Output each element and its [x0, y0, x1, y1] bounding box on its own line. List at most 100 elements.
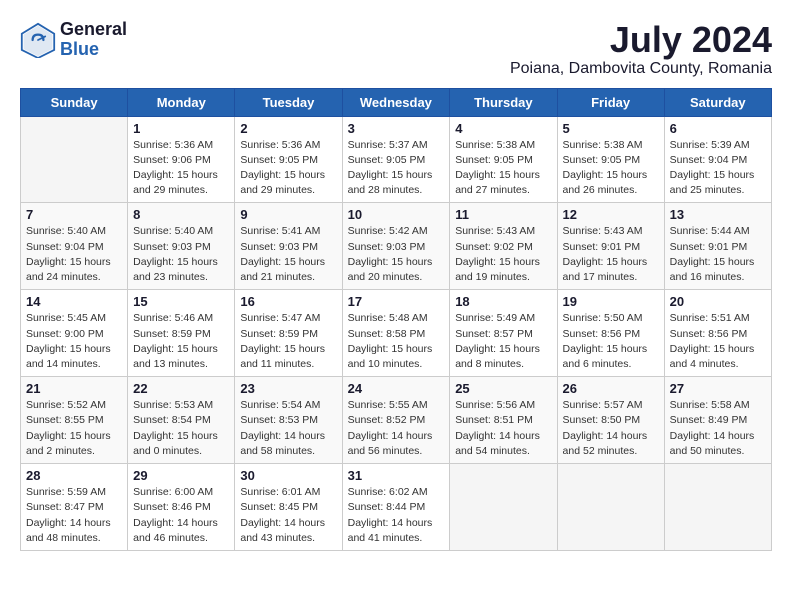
day-number: 3 — [348, 121, 445, 136]
day-info: Sunrise: 5:38 AM Sunset: 9:05 PM Dayligh… — [455, 138, 551, 199]
day-info: Sunrise: 5:38 AM Sunset: 9:05 PM Dayligh… — [563, 138, 659, 199]
day-number: 19 — [563, 294, 659, 309]
day-number: 30 — [240, 468, 336, 483]
day-number: 31 — [348, 468, 445, 483]
day-number: 29 — [133, 468, 229, 483]
logo-icon — [20, 22, 56, 58]
day-of-week-header: Monday — [128, 88, 235, 116]
day-info: Sunrise: 5:46 AM Sunset: 8:59 PM Dayligh… — [133, 311, 229, 372]
calendar-cell: 28 Sunrise: 5:59 AM Sunset: 8:47 PM Dayli… — [21, 464, 128, 551]
day-of-week-header: Sunday — [21, 88, 128, 116]
calendar-cell: 25 Sunrise: 5:56 AM Sunset: 8:51 PM Dayli… — [450, 377, 557, 464]
day-info: Sunrise: 5:45 AM Sunset: 9:00 PM Dayligh… — [26, 311, 122, 372]
day-number: 24 — [348, 381, 445, 396]
day-number: 21 — [26, 381, 122, 396]
calendar-cell: 2 Sunrise: 5:36 AM Sunset: 9:05 PM Daylig… — [235, 116, 342, 203]
day-number: 17 — [348, 294, 445, 309]
calendar-cell — [21, 116, 128, 203]
day-number: 18 — [455, 294, 551, 309]
calendar-week-row: 28 Sunrise: 5:59 AM Sunset: 8:47 PM Dayli… — [21, 464, 772, 551]
calendar-cell: 11 Sunrise: 5:43 AM Sunset: 9:02 PM Dayli… — [450, 203, 557, 290]
day-info: Sunrise: 6:01 AM Sunset: 8:45 PM Dayligh… — [240, 485, 336, 546]
day-info: Sunrise: 5:59 AM Sunset: 8:47 PM Dayligh… — [26, 485, 122, 546]
day-info: Sunrise: 5:47 AM Sunset: 8:59 PM Dayligh… — [240, 311, 336, 372]
day-number: 5 — [563, 121, 659, 136]
day-number: 2 — [240, 121, 336, 136]
calendar-cell: 15 Sunrise: 5:46 AM Sunset: 8:59 PM Dayli… — [128, 290, 235, 377]
calendar-cell: 18Sunrise: 5:49 AM Sunset: 8:57 PM Dayli… — [450, 290, 557, 377]
day-number: 13 — [670, 207, 766, 222]
day-info: Sunrise: 5:43 AM Sunset: 9:01 PM Dayligh… — [563, 224, 659, 285]
day-info: Sunrise: 5:43 AM Sunset: 9:02 PM Dayligh… — [455, 224, 551, 285]
day-of-week-header: Saturday — [664, 88, 771, 116]
calendar-cell — [664, 464, 771, 551]
day-of-week-header: Friday — [557, 88, 664, 116]
logo-general: General — [60, 20, 127, 40]
day-number: 25 — [455, 381, 551, 396]
calendar-cell: 4Sunrise: 5:38 AM Sunset: 9:05 PM Daylig… — [450, 116, 557, 203]
calendar-cell: 17 Sunrise: 5:48 AM Sunset: 8:58 PM Dayli… — [342, 290, 450, 377]
day-of-week-header: Wednesday — [342, 88, 450, 116]
day-info: Sunrise: 6:02 AM Sunset: 8:44 PM Dayligh… — [348, 485, 445, 546]
day-number: 9 — [240, 207, 336, 222]
day-number: 22 — [133, 381, 229, 396]
calendar-cell: 23Sunrise: 5:54 AM Sunset: 8:53 PM Dayli… — [235, 377, 342, 464]
calendar-cell: 1Sunrise: 5:36 AM Sunset: 9:06 PM Daylig… — [128, 116, 235, 203]
calendar-week-row: 1Sunrise: 5:36 AM Sunset: 9:06 PM Daylig… — [21, 116, 772, 203]
calendar-cell: 10 Sunrise: 5:42 AM Sunset: 9:03 PM Dayli… — [342, 203, 450, 290]
day-info: Sunrise: 5:44 AM Sunset: 9:01 PM Dayligh… — [670, 224, 766, 285]
day-info: Sunrise: 5:40 AM Sunset: 9:03 PM Dayligh… — [133, 224, 229, 285]
calendar-cell: 27 Sunrise: 5:58 AM Sunset: 8:49 PM Dayli… — [664, 377, 771, 464]
day-number: 26 — [563, 381, 659, 396]
calendar-table: SundayMondayTuesdayWednesdayThursdayFrid… — [20, 88, 772, 551]
day-info: Sunrise: 5:52 AM Sunset: 8:55 PM Dayligh… — [26, 398, 122, 459]
calendar-cell: 22 Sunrise: 5:53 AM Sunset: 8:54 PM Dayli… — [128, 377, 235, 464]
calendar-week-row: 14 Sunrise: 5:45 AM Sunset: 9:00 PM Dayli… — [21, 290, 772, 377]
day-info: Sunrise: 5:48 AM Sunset: 8:58 PM Dayligh… — [348, 311, 445, 372]
calendar-cell: 3Sunrise: 5:37 AM Sunset: 9:05 PM Daylig… — [342, 116, 450, 203]
day-info: Sunrise: 5:58 AM Sunset: 8:49 PM Dayligh… — [670, 398, 766, 459]
calendar-cell: 6Sunrise: 5:39 AM Sunset: 9:04 PM Daylig… — [664, 116, 771, 203]
day-number: 12 — [563, 207, 659, 222]
day-number: 20 — [670, 294, 766, 309]
calendar-cell: 8 Sunrise: 5:40 AM Sunset: 9:03 PM Daylig… — [128, 203, 235, 290]
day-info: Sunrise: 5:54 AM Sunset: 8:53 PM Dayligh… — [240, 398, 336, 459]
logo-text: General Blue — [60, 20, 127, 60]
day-info: Sunrise: 5:40 AM Sunset: 9:04 PM Dayligh… — [26, 224, 122, 285]
calendar-cell: 21 Sunrise: 5:52 AM Sunset: 8:55 PM Dayli… — [21, 377, 128, 464]
calendar-cell: 30 Sunrise: 6:01 AM Sunset: 8:45 PM Dayli… — [235, 464, 342, 551]
calendar-cell: 7Sunrise: 5:40 AM Sunset: 9:04 PM Daylig… — [21, 203, 128, 290]
day-number: 15 — [133, 294, 229, 309]
day-info: Sunrise: 5:36 AM Sunset: 9:05 PM Dayligh… — [240, 138, 336, 199]
calendar-cell: 29Sunrise: 6:00 AM Sunset: 8:46 PM Dayli… — [128, 464, 235, 551]
day-info: Sunrise: 5:57 AM Sunset: 8:50 PM Dayligh… — [563, 398, 659, 459]
logo-blue-text: Blue — [60, 40, 127, 60]
calendar-cell — [557, 464, 664, 551]
day-number: 14 — [26, 294, 122, 309]
calendar-cell: 13 Sunrise: 5:44 AM Sunset: 9:01 PM Dayli… — [664, 203, 771, 290]
day-number: 11 — [455, 207, 551, 222]
calendar-cell — [450, 464, 557, 551]
day-info: Sunrise: 5:50 AM Sunset: 8:56 PM Dayligh… — [563, 311, 659, 372]
day-of-week-header: Tuesday — [235, 88, 342, 116]
calendar-cell: 16Sunrise: 5:47 AM Sunset: 8:59 PM Dayli… — [235, 290, 342, 377]
day-number: 1 — [133, 121, 229, 136]
day-number: 28 — [26, 468, 122, 483]
calendar-cell: 19 Sunrise: 5:50 AM Sunset: 8:56 PM Dayli… — [557, 290, 664, 377]
day-number: 10 — [348, 207, 445, 222]
calendar-cell: 14 Sunrise: 5:45 AM Sunset: 9:00 PM Dayli… — [21, 290, 128, 377]
location-subtitle: Poiana, Dambovita County, Romania — [510, 60, 772, 78]
day-info: Sunrise: 5:41 AM Sunset: 9:03 PM Dayligh… — [240, 224, 336, 285]
day-number: 8 — [133, 207, 229, 222]
page-header: General Blue July 2024 Poiana, Dambovita… — [20, 20, 772, 78]
day-info: Sunrise: 5:55 AM Sunset: 8:52 PM Dayligh… — [348, 398, 445, 459]
day-info: Sunrise: 5:53 AM Sunset: 8:54 PM Dayligh… — [133, 398, 229, 459]
calendar-week-row: 21 Sunrise: 5:52 AM Sunset: 8:55 PM Dayli… — [21, 377, 772, 464]
calendar-header-row: SundayMondayTuesdayWednesdayThursdayFrid… — [21, 88, 772, 116]
calendar-cell: 12 Sunrise: 5:43 AM Sunset: 9:01 PM Dayli… — [557, 203, 664, 290]
day-info: Sunrise: 5:56 AM Sunset: 8:51 PM Dayligh… — [455, 398, 551, 459]
day-info: Sunrise: 5:39 AM Sunset: 9:04 PM Dayligh… — [670, 138, 766, 199]
day-info: Sunrise: 5:42 AM Sunset: 9:03 PM Dayligh… — [348, 224, 445, 285]
calendar-cell: 20Sunrise: 5:51 AM Sunset: 8:56 PM Dayli… — [664, 290, 771, 377]
day-number: 27 — [670, 381, 766, 396]
